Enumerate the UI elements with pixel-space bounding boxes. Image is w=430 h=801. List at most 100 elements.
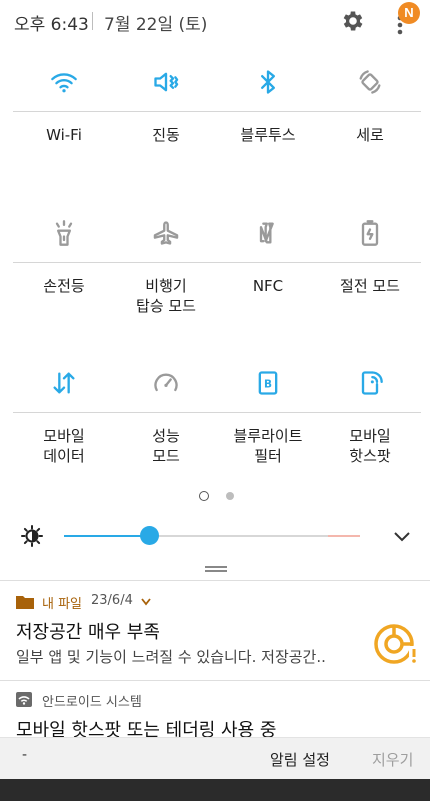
tile-icon-button[interactable]	[115, 54, 217, 110]
tile-blue-light-filter[interactable]: B 블루라이트필터	[217, 355, 319, 475]
tile-divider	[319, 111, 421, 112]
notification-app-name: 내 파일	[42, 597, 83, 612]
mobile-data-icon	[53, 372, 75, 394]
mobile-hotspot-icon	[361, 371, 383, 395]
settings-gear-button[interactable]	[340, 8, 366, 34]
notification-header: 안드로이드 시스템	[16, 690, 216, 710]
notification-title: 저장공간 매우 부족	[16, 622, 160, 643]
tile-label-line: 필터	[254, 447, 282, 465]
tile-label[interactable]: 블루투스	[217, 125, 319, 145]
chevron-down-icon[interactable]	[140, 597, 152, 607]
tile-icon-button[interactable]	[319, 54, 421, 110]
tile-divider	[13, 111, 115, 112]
tile-icon-button[interactable]	[319, 355, 421, 411]
tile-icon-button[interactable]: B	[217, 355, 319, 411]
notification-divider	[0, 680, 430, 681]
notification-time: 23/6/4	[91, 593, 133, 608]
brightness-icon	[21, 525, 43, 547]
nfc-icon	[259, 222, 274, 244]
tile-icon-button[interactable]	[13, 54, 115, 110]
tile-label-line: Wi-Fi	[46, 126, 82, 144]
brightness-slider[interactable]	[64, 535, 360, 537]
svg-text:B: B	[264, 379, 272, 391]
tile-label[interactable]: 모바일핫스팟	[319, 426, 421, 466]
tile-bluetooth[interactable]: 블루투스	[217, 54, 319, 174]
vibrate-icon	[154, 72, 179, 92]
status-bar: 오후 6:43 7월 22일 (토) N	[0, 0, 430, 44]
notification-settings-button[interactable]: 알림 설정	[270, 749, 330, 770]
tile-divider	[217, 412, 319, 413]
status-separator	[92, 12, 93, 30]
navigation-bar	[0, 779, 430, 801]
tile-label-line: 세로	[356, 126, 384, 144]
tile-performance[interactable]: 성능 모드	[115, 355, 217, 475]
tile-label-line: 손전등	[43, 277, 85, 295]
tile-divider	[217, 111, 319, 112]
tile-airplane[interactable]: 비행기탑승 모드	[115, 205, 217, 325]
tile-divider	[319, 412, 421, 413]
tile-label[interactable]: 성능 모드	[115, 426, 217, 466]
tile-label-line: 비행기	[145, 277, 187, 295]
tile-label-line: 블루라이트	[233, 427, 303, 445]
tile-icon-button[interactable]	[13, 205, 115, 261]
tile-divider	[13, 262, 115, 263]
tile-label[interactable]: 세로	[319, 125, 421, 145]
tile-power-saving[interactable]: 절전 모드	[319, 205, 421, 325]
tile-icon-button[interactable]	[217, 54, 319, 110]
clear-all-button[interactable]: 지우기	[372, 749, 413, 770]
page-dot[interactable]	[226, 492, 234, 500]
tile-icon-button[interactable]	[115, 355, 217, 411]
status-date: 7월 22일 (토)	[104, 15, 208, 35]
tile-icon-button[interactable]	[217, 205, 319, 261]
notification-divider	[0, 580, 430, 581]
wifi-icon	[51, 73, 77, 93]
status-time: 오후 6:43	[14, 15, 89, 35]
tile-divider	[115, 412, 217, 413]
page-dot-current[interactable]	[199, 491, 209, 501]
tile-icon-button[interactable]	[13, 355, 115, 411]
tile-label-line: 탑승 모드	[136, 297, 196, 315]
tile-vibrate[interactable]: 진동	[115, 54, 217, 174]
tile-label[interactable]: 모바일데이터	[13, 426, 115, 466]
tile-label[interactable]: Wi-Fi	[13, 125, 115, 145]
tile-nfc[interactable]: NFC	[217, 205, 319, 325]
tile-label[interactable]: 블루라이트필터	[217, 426, 319, 466]
tile-label-line: 핫스팟	[349, 447, 391, 465]
tile-icon-button[interactable]	[115, 205, 217, 261]
tile-label-line: 블루투스	[240, 126, 296, 144]
tile-label-line: 데이터	[43, 447, 85, 465]
tile-label[interactable]: 진동	[115, 125, 217, 145]
tile-rotate[interactable]: 세로	[319, 54, 421, 174]
bottom-bar-mark: -	[22, 747, 28, 763]
notification-header: 내 파일 23/6/4	[16, 592, 176, 612]
tile-flashlight[interactable]: 손전등	[13, 205, 115, 325]
tile-label[interactable]: 절전 모드	[319, 276, 421, 296]
brightness-slider-thumb[interactable]	[140, 526, 160, 545]
notification-actions-bar: - 알림 설정 지우기	[0, 737, 430, 780]
tile-label-line: 진동	[152, 126, 180, 144]
rotate-icon	[359, 70, 381, 94]
notification-badge: N	[398, 2, 420, 24]
tile-divider	[319, 262, 421, 263]
notification-text: 일부 앱 및 기능이 느려질 수 있습니다. 저장공간..	[16, 648, 326, 666]
blue-light-filter-icon: B	[258, 371, 278, 395]
power-saving-icon	[361, 220, 379, 246]
bluetooth-icon	[261, 70, 275, 94]
tile-wifi[interactable]: Wi-Fi	[13, 54, 115, 174]
tile-divider	[217, 262, 319, 263]
panel-drag-handle[interactable]	[205, 566, 227, 568]
hotspot-wifi-icon	[16, 692, 32, 707]
chevron-down-icon	[394, 532, 410, 542]
tile-label-line: 모드	[152, 447, 180, 465]
tile-label[interactable]: 비행기탑승 모드	[115, 276, 217, 316]
tile-icon-button[interactable]	[319, 205, 421, 261]
tile-label-line: 모바일	[43, 427, 85, 445]
tile-label[interactable]: NFC	[217, 276, 319, 296]
page-indicator	[0, 489, 430, 503]
storage-warning-icon	[374, 624, 419, 664]
brightness-expand-button[interactable]	[390, 526, 414, 546]
tile-mobile-hotspot[interactable]: 모바일핫스팟	[319, 355, 421, 475]
tile-mobile-data[interactable]: 모바일데이터	[13, 355, 115, 475]
tile-label-line: 모바일	[349, 427, 391, 445]
tile-label[interactable]: 손전등	[13, 276, 115, 296]
